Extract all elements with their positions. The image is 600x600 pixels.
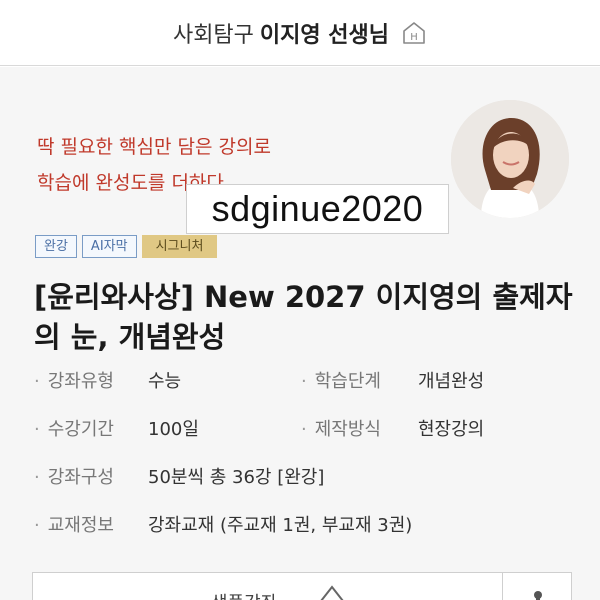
watermark-text: sdginue2020: [186, 184, 449, 234]
badge-group: 완강 AI자막 시그니처: [35, 235, 218, 258]
info-production-method: 제작방식 현장강의: [301, 415, 485, 441]
info-value: 강좌교재 (주교재 1권, 부교재 3권): [148, 515, 413, 536]
info-label: 강좌유형: [34, 367, 148, 393]
info-label: 제작방식: [301, 415, 418, 441]
info-textbook: 교재정보 강좌교재 (주교재 1권, 부교재 3권): [34, 511, 413, 537]
info-label: 수강기간: [34, 415, 148, 441]
info-row: 수강기간 100일 제작방식 현장강의: [34, 415, 574, 463]
sample-lecture-label: 샘플강좌: [211, 589, 277, 600]
info-period: 수강기간 100일: [34, 415, 199, 441]
badge-ai-subtitle: AI자막: [81, 235, 137, 258]
teacher-name: 이지영 선생님: [259, 22, 390, 48]
teacher-avatar: [451, 100, 569, 218]
bottom-action-bar: 샘플강좌: [32, 572, 572, 600]
info-composition: 강좌구성 50분씩 총 36강 [완강]: [34, 463, 325, 489]
header: 사회탐구 이지영 선생님 H: [0, 0, 600, 66]
sample-lecture-button[interactable]: 샘플강좌: [33, 573, 503, 600]
share-icon: [534, 591, 542, 600]
share-button[interactable]: [503, 573, 573, 600]
info-value: 개념완성: [418, 371, 485, 392]
teacher-photo: [451, 100, 569, 218]
subject-label: 사회탐구: [172, 22, 254, 48]
info-value: 현장강의: [418, 419, 485, 440]
info-row: 교재정보 강좌교재 (주교재 1권, 부교재 3권): [34, 511, 574, 559]
info-label: 학습단계: [301, 367, 418, 393]
info-label: 강좌구성: [34, 463, 148, 489]
svg-text:H: H: [410, 32, 418, 43]
info-learning-stage: 학습단계 개념완성: [301, 367, 485, 393]
info-row: 강좌구성 50분씩 총 36강 [완강]: [34, 463, 574, 511]
info-value: 100일: [148, 419, 199, 440]
info-value: 수능: [148, 371, 182, 392]
badge-signature: 시그니처: [141, 235, 218, 258]
info-course-type: 강좌유형 수능: [34, 367, 181, 393]
info-label: 교재정보: [34, 511, 148, 537]
course-title: [윤리와사상] New 2027 이지영의 출제자의 눈, 개념완성: [34, 280, 573, 354]
info-value: 50분씩 총 36강 [완강]: [148, 467, 325, 488]
course-panel: 딱 필요한 핵심만 담은 강의로 학습에 완성도를 더하다 완강 AI자막 시그…: [0, 67, 600, 600]
promo-line-1: 딱 필요한 핵심만 담은 강의로: [37, 136, 271, 158]
course-info: 강좌유형 수능 학습단계 개념완성 수강기간 100일 제작방식 현장강의 강좌…: [34, 367, 574, 559]
page-title: 사회탐구 이지영 선생님 H: [173, 17, 427, 49]
info-row: 강좌유형 수능 학습단계 개념완성: [34, 367, 574, 415]
play-icon: [320, 585, 344, 600]
badge-complete: 완강: [35, 235, 77, 258]
home-icon[interactable]: H: [401, 20, 427, 46]
